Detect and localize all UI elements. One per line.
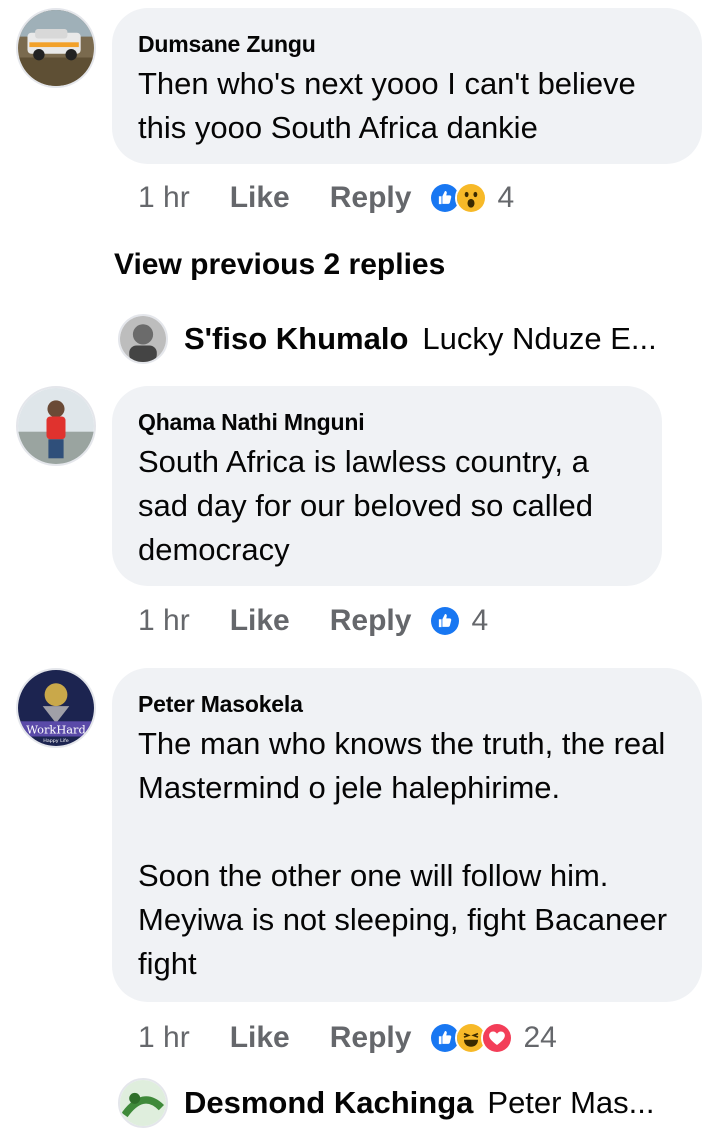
comment-bubble-3: Peter Masokela The man who knows the tru… xyxy=(112,668,702,1002)
avatar-logo-text: WorkHard xyxy=(26,723,86,737)
wow-reaction-icon xyxy=(455,182,488,214)
reply-preview-1[interactable]: S'fiso Khumalo Lucky Nduze E... xyxy=(118,314,698,364)
avatar-dumsane[interactable] xyxy=(16,8,96,88)
comment-author[interactable]: Qhama Nathi Mnguni xyxy=(138,408,636,436)
reply-button[interactable]: Reply xyxy=(330,181,412,215)
comment-bubble-2: Qhama Nathi Mnguni South Africa is lawle… xyxy=(112,386,662,586)
comment-text: Then who's next yooo I can't believe thi… xyxy=(138,66,636,145)
like-button[interactable]: Like xyxy=(230,1021,290,1055)
comment-actions-3: 1 hr Like Reply 24 xyxy=(138,1018,557,1058)
reply-button[interactable]: Reply xyxy=(330,604,412,638)
comment-author[interactable]: Dumsane Zungu xyxy=(138,30,676,58)
comments-thread: Dumsane Zungu Then who's next yooo I can… xyxy=(0,0,719,1141)
avatar-peter[interactable]: WorkHard Happy Life xyxy=(16,668,96,748)
reaction-summary[interactable]: 4 xyxy=(429,181,514,215)
comment-bubble-1: Dumsane Zungu Then who's next yooo I can… xyxy=(112,8,702,164)
comment-text: South Africa is lawless country, a sad d… xyxy=(138,444,593,567)
reply-author[interactable]: S'fiso Khumalo xyxy=(184,321,408,357)
comment-time[interactable]: 1 hr xyxy=(138,604,190,638)
comment-text: The man who knows the truth, the real Ma… xyxy=(138,726,668,981)
avatar-desmond[interactable] xyxy=(118,1078,168,1128)
avatar-sfiso[interactable] xyxy=(118,314,168,364)
reply-preview-2[interactable]: Desmond Kachinga Peter Mas... xyxy=(118,1078,698,1128)
comment-actions-1: 1 hr Like Reply 4 xyxy=(138,178,514,218)
avatar-qhama[interactable] xyxy=(16,386,96,466)
reply-text: Lucky Nduze E... xyxy=(422,321,657,356)
reaction-summary[interactable]: 4 xyxy=(429,604,488,638)
comment-author[interactable]: Peter Masokela xyxy=(138,690,676,718)
reply-text: Peter Mas... xyxy=(487,1085,655,1120)
reaction-count: 24 xyxy=(523,1021,557,1054)
reaction-count: 4 xyxy=(471,604,489,637)
comment-time[interactable]: 1 hr xyxy=(138,181,190,215)
view-previous-replies-link[interactable]: View previous 2 replies xyxy=(114,248,445,282)
reply-button[interactable]: Reply xyxy=(330,1021,412,1055)
reply-author[interactable]: Desmond Kachinga xyxy=(184,1085,473,1121)
reaction-summary[interactable]: 24 xyxy=(429,1021,557,1055)
like-button[interactable]: Like xyxy=(230,604,290,638)
avatar-logo-subtext: Happy Life xyxy=(43,738,68,744)
like-button[interactable]: Like xyxy=(230,181,290,215)
like-reaction-icon xyxy=(429,605,462,637)
comment-actions-2: 1 hr Like Reply 4 xyxy=(138,601,488,641)
reaction-count: 4 xyxy=(497,181,515,214)
comment-time[interactable]: 1 hr xyxy=(138,1021,190,1055)
love-reaction-icon xyxy=(481,1022,514,1054)
